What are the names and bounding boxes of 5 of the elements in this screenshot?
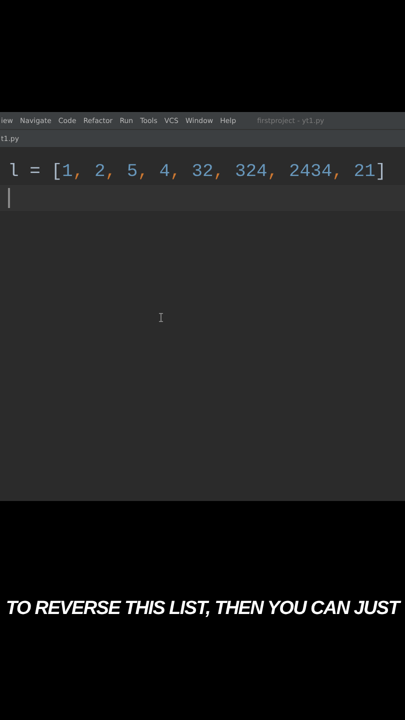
text-caret [8, 188, 10, 208]
text-cursor-icon [159, 313, 163, 322]
code-line: l = [1, 2, 5, 4, 32, 324, 2434, 21] [8, 162, 386, 182]
code-editor[interactable]: l = [1, 2, 5, 4, 32, 324, 2434, 21] [0, 147, 405, 501]
caption: TO REVERSE THIS LIST, THEN YOU CAN JUST [6, 598, 400, 620]
